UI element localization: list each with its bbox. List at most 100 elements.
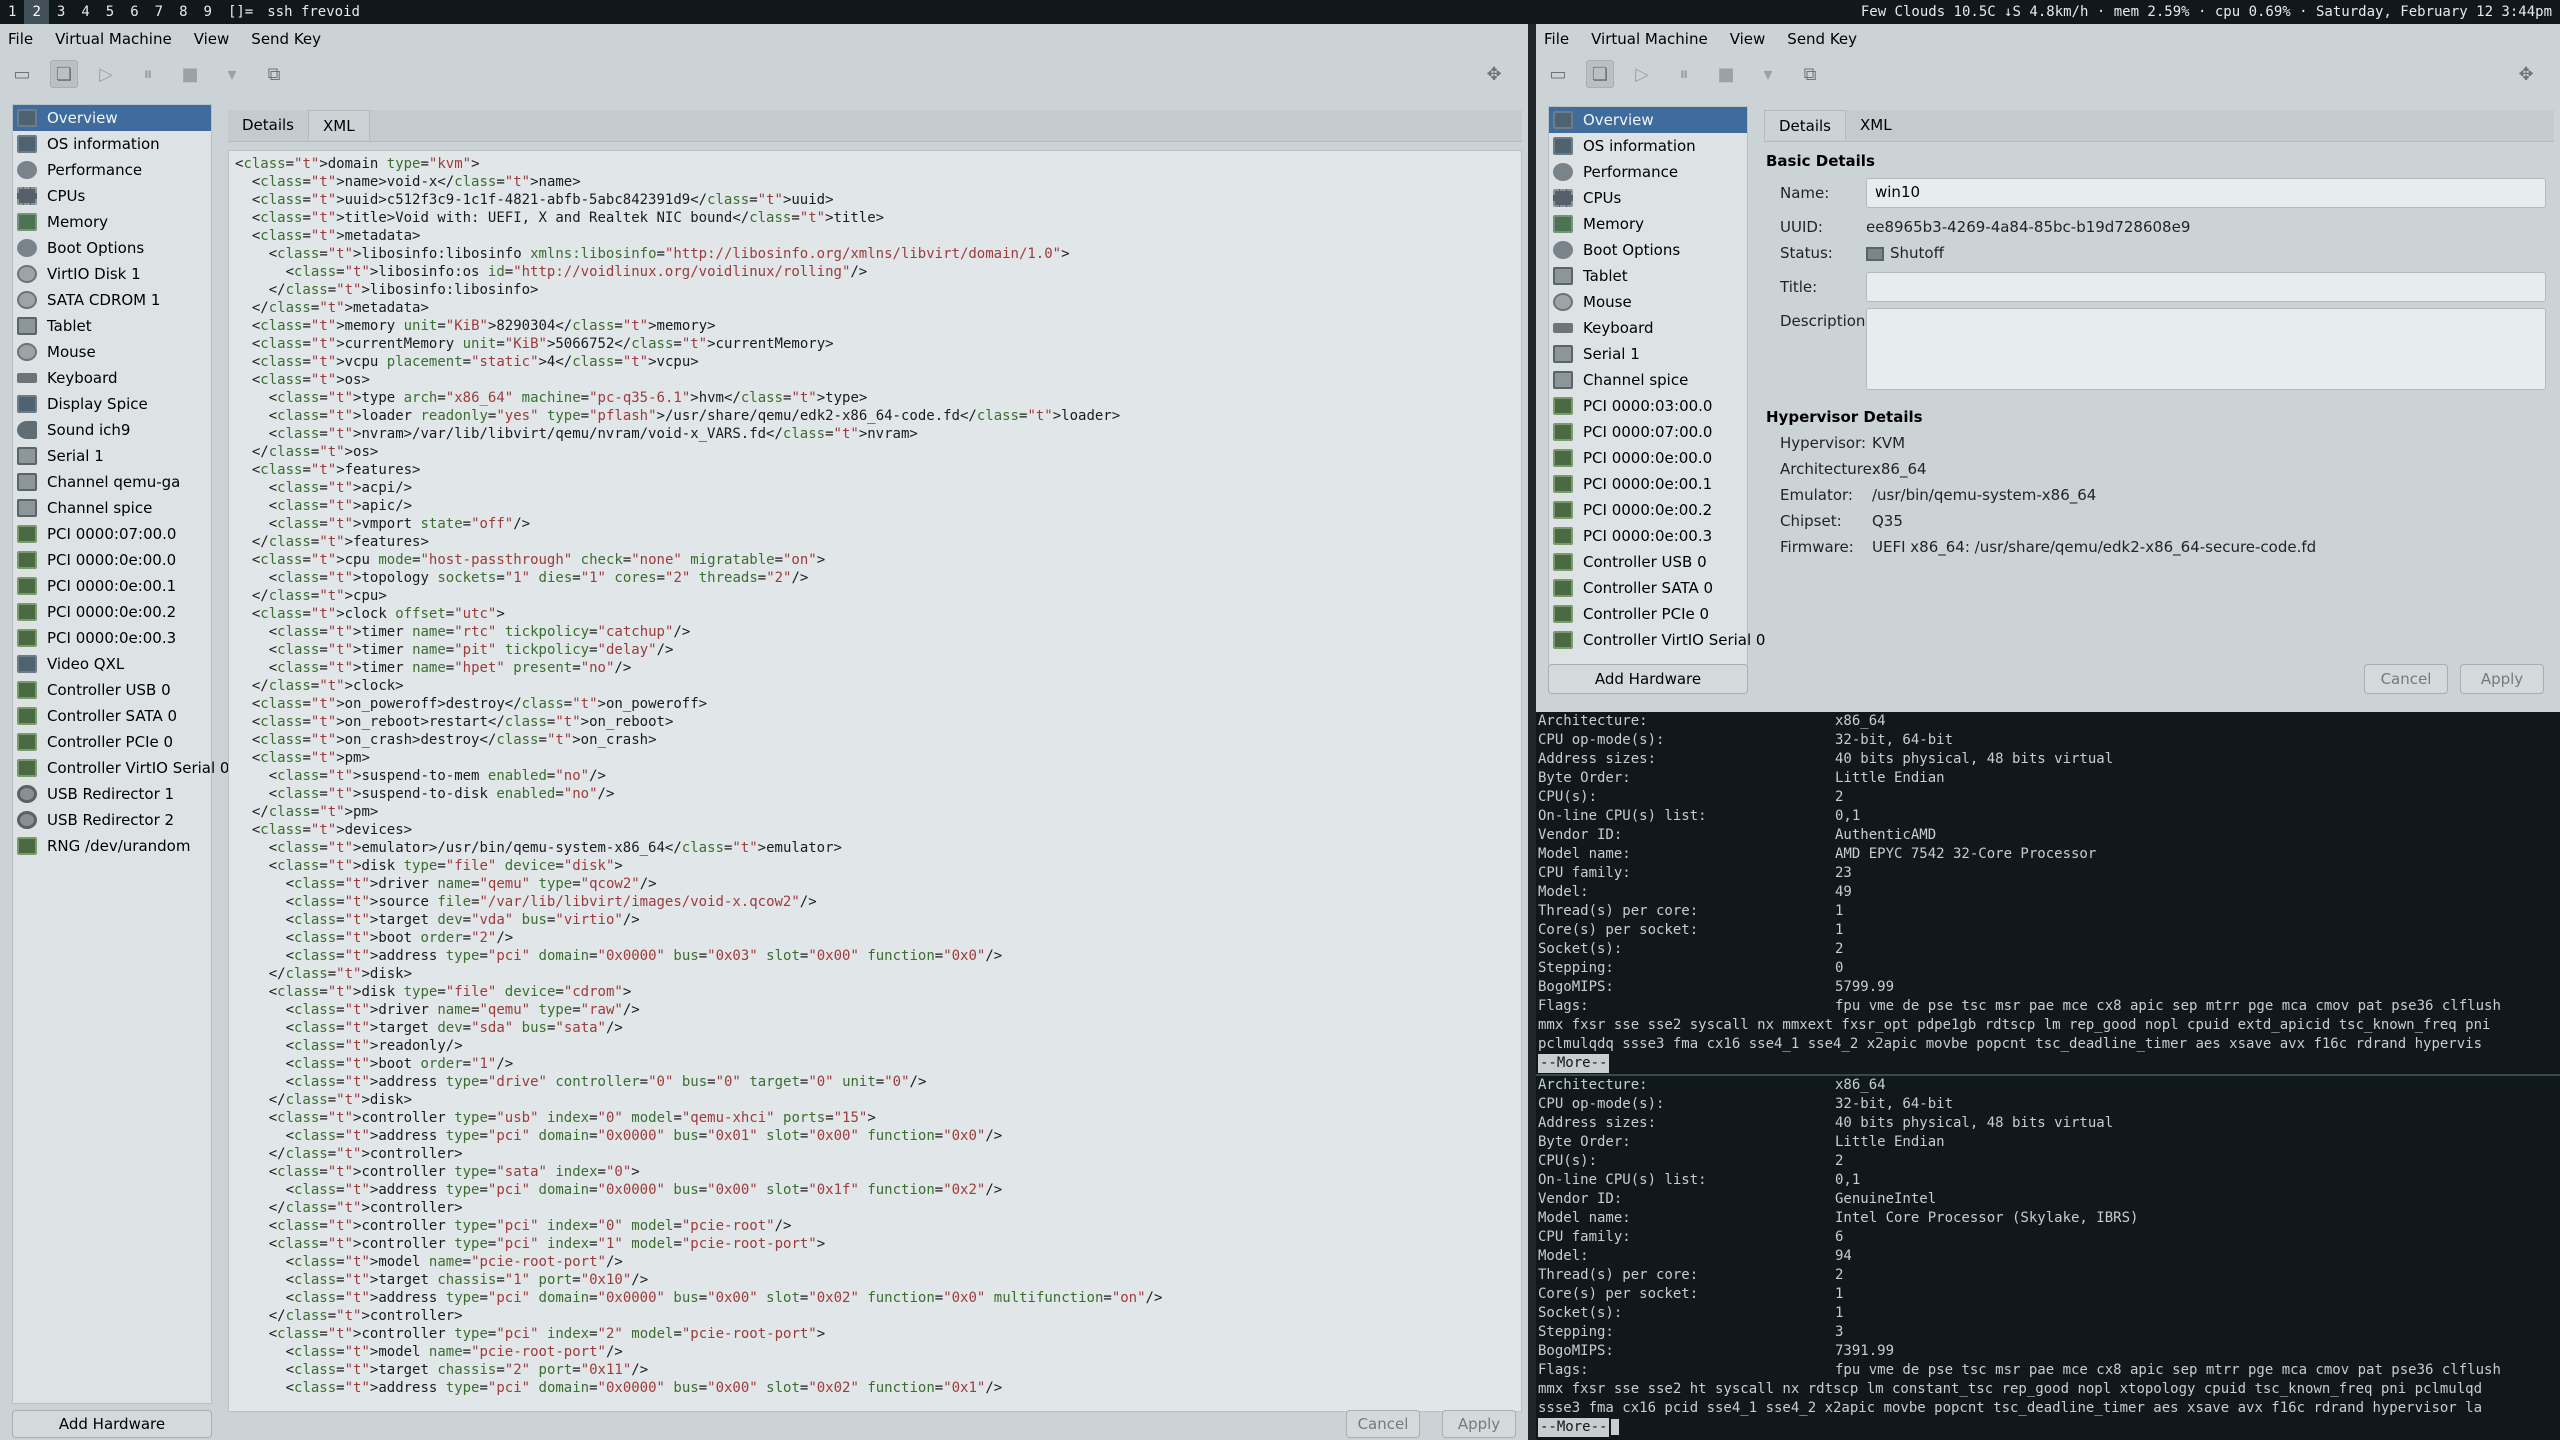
snapshots-icon[interactable]: ⧉ (260, 60, 288, 88)
shutdown-menu-icon[interactable]: ▾ (218, 60, 246, 88)
tab-xml[interactable]: XML (308, 110, 370, 140)
sidebar-item-tablet[interactable]: Tablet (1549, 263, 1747, 289)
more-prompt[interactable]: --More-- (1538, 1054, 1610, 1073)
tab-xml[interactable]: XML (1846, 110, 1906, 140)
workspace-1[interactable]: 1 (0, 0, 24, 24)
menu-view[interactable]: View (194, 30, 230, 48)
sidebar-item-controller-virtio-serial-0[interactable]: Controller VirtIO Serial 0 (1549, 627, 1765, 653)
sidebar-item-keyboard[interactable]: Keyboard (13, 365, 211, 391)
sidebar-item-pci-0000-07-00-0[interactable]: PCI 0000:07:00.0 (13, 521, 211, 547)
sidebar-item-serial-1[interactable]: Serial 1 (13, 443, 211, 469)
sidebar-item-channel-qemu-ga[interactable]: Channel qemu-ga (13, 469, 211, 495)
sidebar-item-pci-0000-03-00-0[interactable]: PCI 0000:03:00.0 (1549, 393, 1747, 419)
sidebar-item-controller-sata-0[interactable]: Controller SATA 0 (1549, 575, 1747, 601)
run-icon[interactable]: ▷ (1628, 60, 1656, 88)
sidebar-item-pci-0000-0e-00-3[interactable]: PCI 0000:0e:00.3 (13, 625, 211, 651)
sidebar-item-tablet[interactable]: Tablet (13, 313, 211, 339)
sidebar-item-controller-pcie-0[interactable]: Controller PCIe 0 (1549, 601, 1747, 627)
workspace-2[interactable]: 2 (24, 0, 49, 24)
cancel-button[interactable]: Cancel (1346, 1410, 1420, 1438)
sidebar-item-channel-spice[interactable]: Channel spice (13, 495, 211, 521)
sidebar-item-sata-cdrom-1[interactable]: SATA CDROM 1 (13, 287, 211, 313)
sidebar-item-memory[interactable]: Memory (1549, 211, 1747, 237)
sidebar-item-boot-options[interactable]: Boot Options (1549, 237, 1747, 263)
xml-content[interactable]: <class="t">domain type="kvm"> <class="t"… (229, 151, 1521, 1401)
sidebar-item-pci-0000-0e-00-2[interactable]: PCI 0000:0e:00.2 (13, 599, 211, 625)
workspace-6[interactable]: 6 (122, 0, 146, 24)
sidebar-item-pci-0000-0e-00-3[interactable]: PCI 0000:0e:00.3 (1549, 523, 1747, 549)
workspace-7[interactable]: 7 (147, 0, 171, 24)
sidebar-item-sound-ich9[interactable]: Sound ich9 (13, 417, 211, 443)
description-field[interactable] (1866, 308, 2546, 390)
layout-indicator[interactable]: []= (220, 0, 261, 24)
cancel-button[interactable]: Cancel (2364, 664, 2448, 694)
sidebar-item-cpus[interactable]: CPUs (1549, 185, 1747, 211)
snapshots-icon[interactable]: ⧉ (1796, 60, 1824, 88)
sidebar-item-pci-0000-0e-00-0[interactable]: PCI 0000:0e:00.0 (1549, 445, 1747, 471)
sidebar-item-overview[interactable]: Overview (13, 105, 211, 131)
sidebar-item-channel-spice[interactable]: Channel spice (1549, 367, 1747, 393)
workspace-9[interactable]: 9 (196, 0, 220, 24)
sidebar-item-display-spice[interactable]: Display Spice (13, 391, 211, 417)
sidebar-item-os-information[interactable]: OS information (1549, 133, 1747, 159)
sidebar-item-os-information[interactable]: OS information (13, 131, 211, 157)
console-view-icon[interactable]: ▭ (1544, 60, 1572, 88)
shutdown-icon[interactable]: ■ (176, 60, 204, 88)
workspace-5[interactable]: 5 (98, 0, 122, 24)
apply-button[interactable]: Apply (2460, 664, 2544, 694)
sidebar-item-mouse[interactable]: Mouse (13, 339, 211, 365)
xml-editor[interactable]: <class="t">domain type="kvm"> <class="t"… (228, 150, 1522, 1412)
sidebar-item-controller-usb-0[interactable]: Controller USB 0 (1549, 549, 1747, 575)
add-hardware-button[interactable]: Add Hardware (1548, 664, 1748, 694)
sidebar-item-pci-0000-0e-00-2[interactable]: PCI 0000:0e:00.2 (1549, 497, 1747, 523)
terminal[interactable]: Architecture: x86_64 CPU op-mode(s): 32-bit… (1536, 712, 2560, 1440)
sidebar-item-controller-pcie-0[interactable]: Controller PCIe 0 (13, 729, 211, 755)
sidebar-item-mouse[interactable]: Mouse (1549, 289, 1747, 315)
sidebar-item-controller-usb-0[interactable]: Controller USB 0 (13, 677, 211, 703)
sidebar-item-usb-redirector-1[interactable]: USB Redirector 1 (13, 781, 211, 807)
sidebar-item-rng-dev-urandom[interactable]: RNG /dev/urandom (13, 833, 211, 859)
sidebar-item-overview[interactable]: Overview (1549, 107, 1747, 133)
console-view-icon[interactable]: ▭ (8, 60, 36, 88)
sidebar-item-performance[interactable]: Performance (1549, 159, 1747, 185)
sidebar-item-virtio-disk-1[interactable]: VirtIO Disk 1 (13, 261, 211, 287)
name-field[interactable]: win10 (1866, 178, 2546, 208)
workspace-4[interactable]: 4 (73, 0, 97, 24)
details-view-icon[interactable]: ❏ (1586, 60, 1614, 88)
shutdown-menu-icon[interactable]: ▾ (1754, 60, 1782, 88)
tab-details[interactable]: Details (228, 110, 308, 140)
menu-virtual-machine[interactable]: Virtual Machine (1591, 30, 1708, 48)
shutdown-icon[interactable]: ■ (1712, 60, 1740, 88)
title-field[interactable] (1866, 272, 2546, 302)
sidebar-item-cpus[interactable]: CPUs (13, 183, 211, 209)
sidebar-item-keyboard[interactable]: Keyboard (1549, 315, 1747, 341)
sidebar-item-pci-0000-0e-00-1[interactable]: PCI 0000:0e:00.1 (1549, 471, 1747, 497)
menu-file[interactable]: File (1544, 30, 1569, 48)
menu-file[interactable]: File (8, 30, 33, 48)
sidebar-item-controller-virtio-serial-0[interactable]: Controller VirtIO Serial 0 (13, 755, 229, 781)
workspace-8[interactable]: 8 (171, 0, 195, 24)
menu-send-key[interactable]: Send Key (1787, 30, 1857, 48)
sidebar-item-controller-sata-0[interactable]: Controller SATA 0 (13, 703, 211, 729)
sidebar-item-performance[interactable]: Performance (13, 157, 211, 183)
run-icon[interactable]: ▷ (92, 60, 120, 88)
apply-button[interactable]: Apply (1442, 1410, 1516, 1438)
menu-view[interactable]: View (1730, 30, 1766, 48)
sidebar-item-video-qxl[interactable]: Video QXL (13, 651, 211, 677)
sidebar-item-memory[interactable]: Memory (13, 209, 211, 235)
menu-virtual-machine[interactable]: Virtual Machine (55, 30, 172, 48)
sidebar-item-usb-redirector-2[interactable]: USB Redirector 2 (13, 807, 211, 833)
pause-icon[interactable]: ⏸ (1670, 60, 1698, 88)
add-hardware-button[interactable]: Add Hardware (12, 1410, 212, 1438)
sidebar-item-boot-options[interactable]: Boot Options (13, 235, 211, 261)
fullscreen-icon[interactable]: ✥ (2512, 60, 2540, 88)
menu-send-key[interactable]: Send Key (251, 30, 321, 48)
details-view-icon[interactable]: ❏ (50, 60, 78, 88)
workspace-3[interactable]: 3 (49, 0, 73, 24)
sidebar-item-pci-0000-0e-00-0[interactable]: PCI 0000:0e:00.0 (13, 547, 211, 573)
fullscreen-icon[interactable]: ✥ (1480, 60, 1508, 88)
more-prompt[interactable]: --More-- (1538, 1418, 1610, 1437)
sidebar-item-pci-0000-0e-00-1[interactable]: PCI 0000:0e:00.1 (13, 573, 211, 599)
sidebar-item-pci-0000-07-00-0[interactable]: PCI 0000:07:00.0 (1549, 419, 1747, 445)
sidebar-item-serial-1[interactable]: Serial 1 (1549, 341, 1747, 367)
